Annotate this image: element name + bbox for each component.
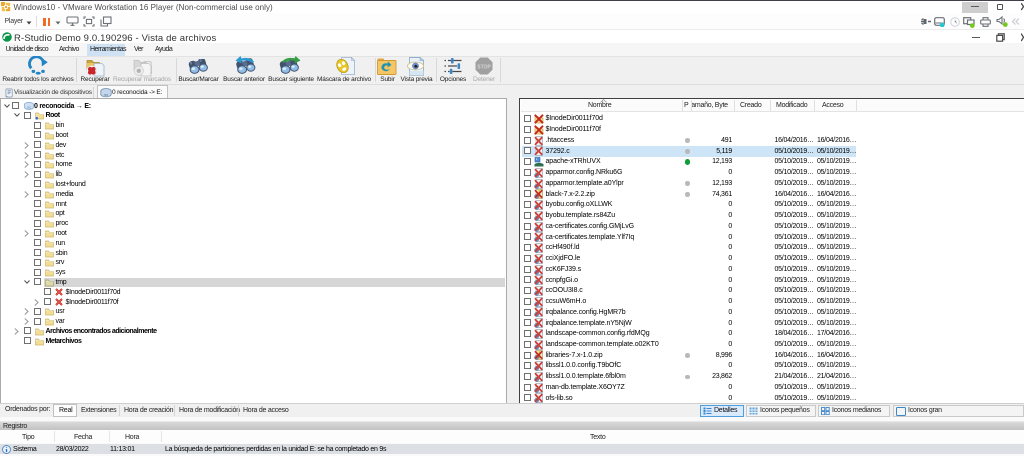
svg-text:rec: rec (26, 106, 31, 110)
svg-text:rec: rec (104, 93, 109, 97)
svg-text:STOP: STOP (477, 64, 491, 70)
